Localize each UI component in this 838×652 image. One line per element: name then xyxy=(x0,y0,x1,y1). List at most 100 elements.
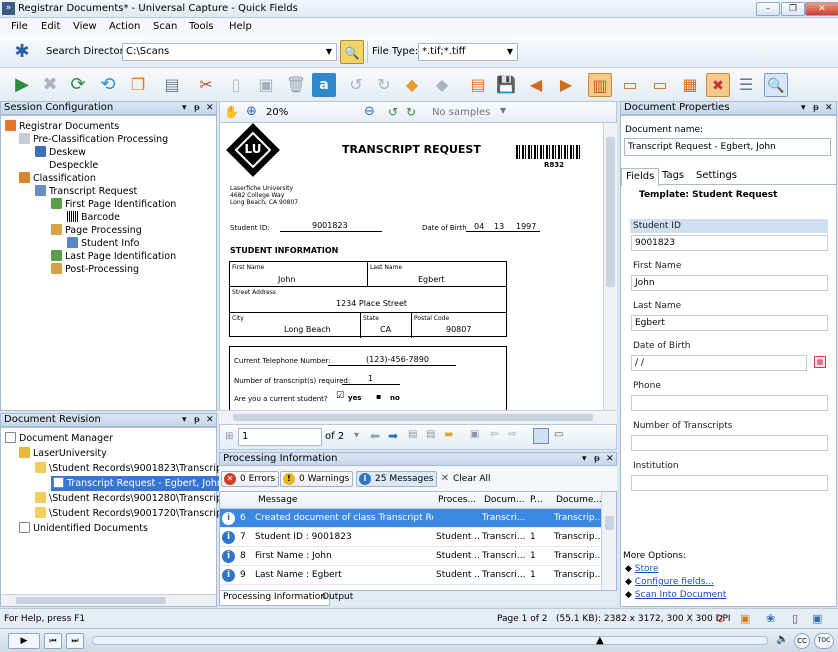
scan-into-document-link[interactable]: ◆ Scan Into Document xyxy=(625,590,726,600)
viewer-horizontal-scrollbar[interactable] xyxy=(219,410,617,424)
image-view-icon[interactable] xyxy=(533,428,549,444)
rotate-right-icon[interactable]: ↻ xyxy=(406,105,416,119)
tree-item-page-processing[interactable]: Page Processing xyxy=(51,224,142,237)
chevron-down-icon[interactable]: ▼ xyxy=(500,106,506,115)
pin-icon[interactable]: ᵽ xyxy=(813,102,819,114)
pin-icon[interactable]: ᵽ xyxy=(194,102,200,114)
viewer-vertical-scrollbar[interactable] xyxy=(603,123,617,410)
list-icon[interactable]: ☰ xyxy=(734,73,758,97)
rotate-right-icon[interactable]: ↻ xyxy=(372,73,396,97)
configure-fields-link[interactable]: ◆ Configure fields... xyxy=(625,577,714,587)
skip-back-button[interactable]: ⏮ xyxy=(44,633,62,649)
tree-item-deskew[interactable]: Deskew xyxy=(35,146,86,159)
page-list-icon[interactable]: ▭ xyxy=(648,73,672,97)
save-icon[interactable]: ▣ xyxy=(812,612,822,625)
settings-icon[interactable]: ❀ xyxy=(766,612,775,625)
grid-vertical-scrollbar[interactable] xyxy=(601,492,616,590)
menu-scan[interactable]: Scan xyxy=(153,21,177,32)
settings-icon[interactable]: ✱ xyxy=(10,40,34,64)
captions-button[interactable]: CC xyxy=(794,633,810,649)
export-icon[interactable]: ▣ xyxy=(740,612,750,625)
play-button[interactable]: ▶ xyxy=(8,633,40,649)
messages-filter-button[interactable]: i 25 Messages xyxy=(356,471,438,487)
paste-icon[interactable]: ▣ xyxy=(470,429,479,440)
cut-icon[interactable]: ✂ xyxy=(194,73,218,97)
pin-icon[interactable]: ᵽ xyxy=(594,453,600,465)
tree-item-despeckle[interactable]: Despeckle xyxy=(35,159,98,172)
tree-item-records-9001823[interactable]: \Student Records\9001823\Transcript R xyxy=(35,462,235,475)
search-icon[interactable]: 🔍 xyxy=(340,40,364,64)
horizontal-scrollbar[interactable] xyxy=(1,594,216,606)
page-icon[interactable]: ▤ xyxy=(426,429,435,440)
remove-icon[interactable]: ✖ xyxy=(706,73,730,97)
menu-file[interactable]: File xyxy=(11,21,28,32)
first-page-icon[interactable]: ⊞ xyxy=(225,431,233,442)
pages-icon[interactable]: ▥ xyxy=(588,73,612,97)
menu-view[interactable]: View xyxy=(73,21,97,32)
copy-page-icon[interactable]: ▯ xyxy=(224,73,248,97)
page-icon[interactable]: ▯ xyxy=(792,612,798,625)
document-viewer[interactable]: LU TRANSCRIPT REQUEST R832 Laserfiche Un… xyxy=(219,123,603,410)
rotate-left-icon[interactable]: ↺ xyxy=(388,105,398,119)
table-row[interactable]: i 8 First Name : John Student ... Transc… xyxy=(220,547,601,566)
column-document[interactable]: Docum... xyxy=(484,492,524,508)
pan-icon[interactable]: ✋ xyxy=(224,105,239,119)
samples-select[interactable]: No samples xyxy=(432,107,490,118)
calendar-icon[interactable]: ▦ xyxy=(814,356,826,368)
pane-close-icon[interactable]: ✕ xyxy=(606,453,614,465)
warnings-filter-button[interactable]: ! 0 Warnings xyxy=(280,471,354,487)
playback-track[interactable] xyxy=(92,636,768,645)
delete-icon[interactable]: 🗑 xyxy=(284,73,308,97)
tab-settings[interactable]: Settings xyxy=(696,170,737,181)
pane-menu-icon[interactable]: ▾ xyxy=(582,453,587,465)
tree-item-records-9001280[interactable]: \Student Records\9001280\Transcript R xyxy=(35,492,235,505)
next-page-icon[interactable]: ➡ xyxy=(388,429,398,443)
pane-close-icon[interactable]: ✕ xyxy=(825,102,833,114)
save-icon[interactable]: 💾 xyxy=(494,73,518,97)
tree-item-laseruniversity[interactable]: LaserUniversity xyxy=(19,447,107,460)
previous-page-icon[interactable]: ⬅ xyxy=(370,429,380,443)
field-input-last-name[interactable]: Egbert xyxy=(631,315,828,331)
split-icon[interactable]: ◆ xyxy=(430,73,454,97)
chevron-down-icon[interactable]: ▾ xyxy=(354,430,359,441)
tree-item-registrar[interactable]: Registrar Documents xyxy=(5,120,119,133)
search-directory-input[interactable]: C:\Scans ▼ xyxy=(122,43,337,61)
pane-close-icon[interactable]: ✕ xyxy=(206,414,214,426)
close-button[interactable]: ✕ xyxy=(805,2,838,16)
tab-fields[interactable]: Fields xyxy=(621,168,660,186)
tree-item-post-processing[interactable]: Post-Processing xyxy=(51,263,139,276)
menu-edit[interactable]: Edit xyxy=(41,21,60,32)
maximize-button[interactable]: ❐ xyxy=(781,2,805,16)
page-view-icon[interactable]: ▭ xyxy=(618,73,642,97)
field-input-first-name[interactable]: John xyxy=(631,275,828,291)
playhead-icon[interactable]: ▲ xyxy=(596,635,604,646)
column-page[interactable]: P... xyxy=(530,492,543,508)
clear-all-button[interactable]: ✕ Clear All xyxy=(438,471,495,487)
field-input-phone[interactable] xyxy=(631,395,828,411)
document-name-input[interactable]: Transcript Request - Egbert, John xyxy=(624,138,831,156)
file-type-select[interactable]: *.tif;*.tiff ▼ xyxy=(418,43,518,61)
table-row[interactable]: i 7 Student ID : 9001823 Student ... Tra… xyxy=(220,528,601,547)
menu-tools[interactable]: Tools xyxy=(189,21,214,32)
forward-icon[interactable]: ▶ xyxy=(554,73,578,97)
page-number-input[interactable]: 1 xyxy=(238,428,322,446)
volume-icon[interactable]: 🔈 xyxy=(776,634,788,645)
errors-filter-button[interactable]: ✕ 0 Errors xyxy=(221,471,280,487)
tree-item-doc-manager[interactable]: Document Manager xyxy=(5,432,113,445)
tab-tags[interactable]: Tags xyxy=(662,170,684,181)
zoom-out-icon[interactable]: ⊖ xyxy=(364,104,375,119)
pane-menu-icon[interactable]: ▾ xyxy=(182,102,187,114)
run-icon[interactable]: ▶ xyxy=(10,73,34,97)
tree-item-barcode[interactable]: Barcode xyxy=(67,211,120,224)
table-row[interactable]: i 9 Last Name : Egbert Student ... Trans… xyxy=(220,566,601,585)
tab-output[interactable]: Output xyxy=(319,591,356,606)
table-row[interactable]: i 6 Created document of class Transcript… xyxy=(220,509,601,528)
tree-item-selected-document[interactable]: Transcript Request - Egbert, John xyxy=(51,476,225,491)
refresh-icon[interactable]: ⟳ xyxy=(66,73,90,97)
rename-icon[interactable]: a xyxy=(312,73,336,97)
scanner-icon[interactable]: ▤ xyxy=(160,73,184,97)
skip-forward-button[interactable]: ⏭ xyxy=(66,633,84,649)
column-process[interactable]: Proces... xyxy=(438,492,476,508)
tree-item-student-info[interactable]: Student Info xyxy=(67,237,139,250)
field-input-student-id[interactable]: 9001823 xyxy=(631,235,828,251)
